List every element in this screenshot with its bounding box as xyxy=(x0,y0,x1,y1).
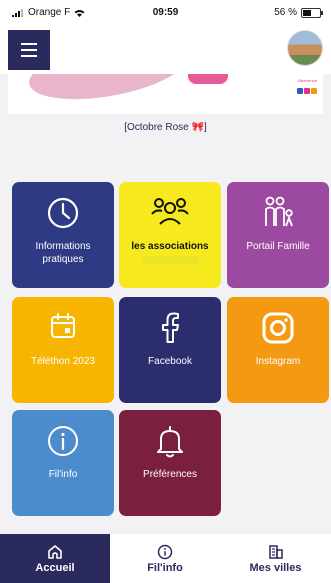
notice-text[interactable]: [Octobre Rose 🎀] xyxy=(0,122,331,133)
hamburger-menu-button[interactable] xyxy=(8,30,50,70)
calendar-icon xyxy=(12,311,114,345)
tile-les-associations[interactable]: les associations xyxy=(119,182,221,288)
nav-accueil[interactable]: Accueil xyxy=(0,534,110,583)
banner-brand: Bienvenue xyxy=(273,78,317,110)
city-avatar[interactable] xyxy=(287,30,323,66)
clock-icon xyxy=(12,196,114,230)
banner-decoration xyxy=(24,74,192,110)
tile-label: Informations pratiques xyxy=(35,241,91,265)
status-right: 56 % xyxy=(274,7,323,18)
family-icon xyxy=(227,196,329,230)
tile-facebook[interactable]: Facebook xyxy=(119,297,221,403)
info-icon xyxy=(157,544,173,559)
tile-label: Téléthon 2023 xyxy=(31,356,95,367)
tile-label: Préférences xyxy=(143,469,197,480)
tile-portail-famille[interactable]: Portail Famille xyxy=(227,182,329,288)
tile-preferences[interactable]: Préférences xyxy=(119,410,221,516)
tile-label: Facebook xyxy=(148,356,192,367)
battery-percent: 56 % xyxy=(274,7,297,18)
home-icon xyxy=(48,544,62,559)
tile-label: les associations xyxy=(131,241,209,252)
bell-icon xyxy=(119,424,221,458)
header-banner: Bienvenue xyxy=(8,74,323,114)
brand-line: Bienvenue xyxy=(298,78,317,83)
social-dot xyxy=(297,88,303,94)
bottom-navigation: Accueil Fil'info Mes villes xyxy=(0,534,331,583)
tile-informations-pratiques[interactable]: Informations pratiques xyxy=(12,182,114,288)
tile-label: Instagram xyxy=(255,356,301,367)
info-icon xyxy=(12,424,114,458)
social-dot xyxy=(304,88,310,94)
hamburger-line xyxy=(21,43,37,45)
tile-telethon-2023[interactable]: Téléthon 2023 xyxy=(12,297,114,403)
status-bar: Orange F 09:59 56 % xyxy=(0,0,331,26)
nav-label: Mes villes xyxy=(249,561,302,574)
hamburger-line xyxy=(21,55,37,57)
instagram-icon xyxy=(227,311,329,345)
tile-underline xyxy=(141,256,199,264)
nav-mes-villes[interactable]: Mes villes xyxy=(220,534,331,583)
battery-icon xyxy=(301,7,323,18)
banner-decoration-2 xyxy=(188,74,228,84)
nav-fil-info[interactable]: Fil'info xyxy=(110,534,220,583)
tile-label: Portail Famille xyxy=(246,241,310,252)
tile-fil-info[interactable]: Fil'info xyxy=(12,410,114,516)
nav-label: Accueil xyxy=(35,561,75,574)
social-dot xyxy=(311,88,317,94)
hamburger-line xyxy=(21,49,37,51)
tile-label: Fil'info xyxy=(48,469,78,480)
buildings-icon xyxy=(268,544,283,559)
social-dots xyxy=(297,88,317,94)
tile-instagram[interactable]: Instagram xyxy=(227,297,329,403)
people-group-icon xyxy=(119,196,221,230)
app-header xyxy=(0,26,331,74)
facebook-icon xyxy=(119,311,221,345)
nav-label: Fil'info xyxy=(147,561,183,574)
